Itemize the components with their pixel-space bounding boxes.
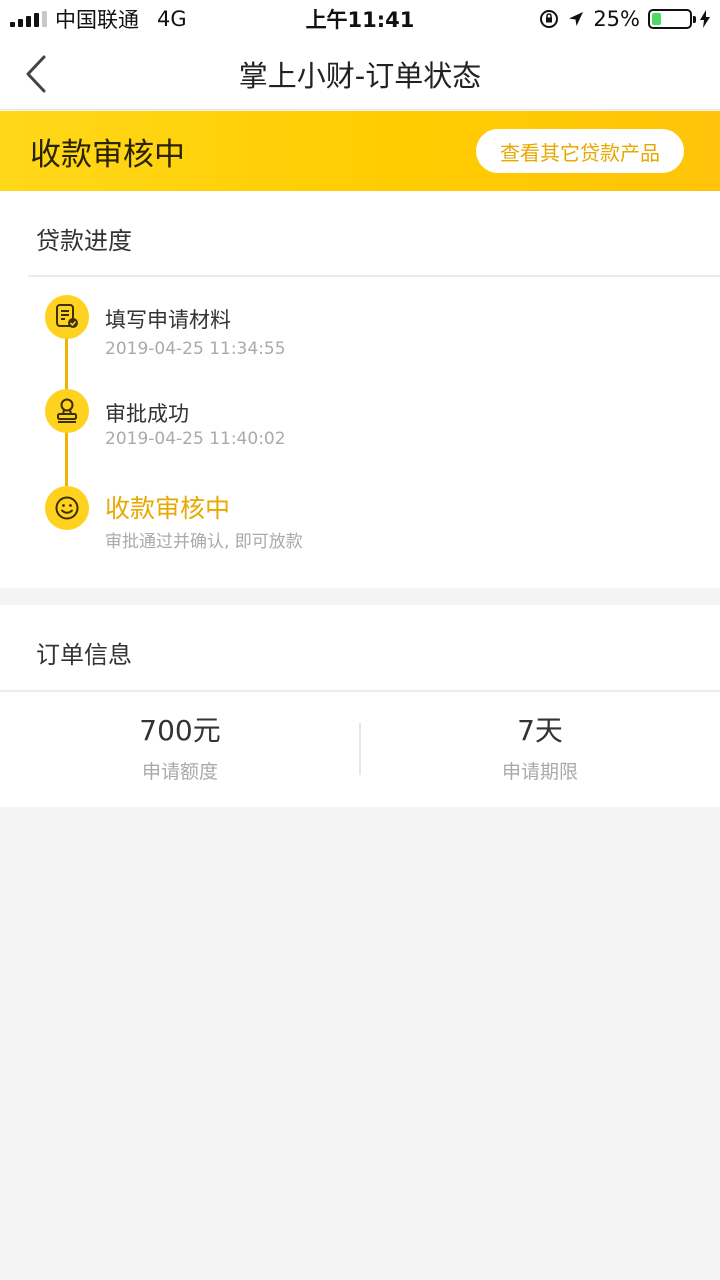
step-1-time: 2019-04-25 11:34:55 [105, 339, 286, 359]
battery-percent: 25% [593, 7, 640, 31]
smiley-icon [55, 496, 79, 520]
loan-progress-card: 贷款进度 填写申请材料 2019-04-25 11:34:55 审批成功 201… [0, 191, 720, 588]
step-2-time: 2019-04-25 11:40:02 [105, 429, 286, 449]
location-arrow-icon [569, 12, 584, 26]
step-3-description: 审批通过并确认, 即可放款 [105, 532, 303, 552]
chevron-left-icon [26, 55, 46, 93]
stamp-icon [57, 398, 77, 423]
back-button[interactable] [12, 50, 60, 98]
progress-section-title: 贷款进度 [36, 227, 132, 255]
order-section-title: 订单信息 [36, 641, 132, 669]
orientation-lock-icon [540, 10, 559, 28]
nav-bar: 掌上小财-订单状态 [0, 38, 720, 110]
step-1-title: 填写申请材料 [105, 308, 231, 332]
order-amount-value: 700元 [139, 714, 221, 747]
document-check-icon [56, 304, 78, 328]
page-title: 掌上小财-订单状态 [238, 59, 482, 93]
order-amount-label: 申请额度 [141, 761, 218, 783]
order-term-label: 申请期限 [501, 761, 578, 783]
order-amount: 700元 申请额度 [0, 709, 360, 784]
order-term-value: 7天 [517, 714, 563, 747]
step-2-marker [45, 389, 89, 433]
step-3-title: 收款审核中 [105, 494, 231, 523]
banner-status-title: 收款审核中 [30, 136, 185, 173]
status-banner: 收款审核中 查看其它贷款产品 [0, 111, 720, 191]
view-other-loans-button[interactable]: 查看其它贷款产品 [476, 129, 684, 173]
charging-bolt-icon [700, 10, 710, 28]
network-type: 4G [157, 7, 187, 31]
battery-icon [648, 9, 696, 29]
step-2-title: 审批成功 [105, 402, 189, 426]
step-1-marker [45, 295, 89, 339]
status-bar: 中国联通 4G 上午11:41 25% [0, 0, 720, 38]
battery-fill [652, 13, 661, 25]
carrier-name: 中国联通 [55, 8, 139, 32]
order-term: 7天 申请期限 [360, 709, 720, 784]
order-info-card: 订单信息 700元 申请额度 7天 申请期限 [0, 605, 720, 807]
step-3-marker [45, 486, 89, 530]
signal-icon [10, 11, 47, 27]
order-divider [0, 690, 720, 692]
status-left: 中国联通 4G [10, 0, 187, 38]
status-right: 25% [539, 0, 710, 38]
progress-divider [28, 275, 720, 277]
